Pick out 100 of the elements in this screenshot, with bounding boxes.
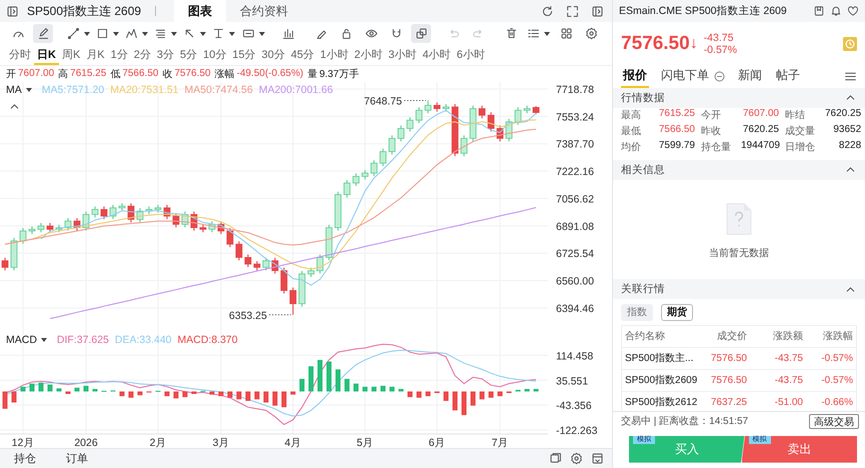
candlestick xyxy=(272,258,278,274)
tool-button[interactable] xyxy=(411,24,432,44)
candlestick xyxy=(172,212,180,228)
candlestick xyxy=(190,211,198,232)
candlestick xyxy=(28,226,36,235)
period-tab[interactable]: 45分 xyxy=(288,46,318,65)
table-cell[interactable]: SP500指数主... xyxy=(622,348,694,370)
bar xyxy=(182,392,188,398)
candlestick xyxy=(2,258,8,272)
bookmark-icon[interactable] xyxy=(813,4,825,17)
settings-icon[interactable] xyxy=(570,452,583,466)
candlestick xyxy=(74,218,80,232)
bottom-tab[interactable]: 订单 xyxy=(60,451,94,466)
period-tab[interactable]: 3小时 xyxy=(385,46,420,65)
stat-value: 7599.79 xyxy=(658,140,696,153)
period-tab[interactable]: 分时 xyxy=(6,46,34,65)
period-tab[interactable]: 15分 xyxy=(229,46,259,65)
chart-tab[interactable]: 合约资料 xyxy=(226,0,302,22)
candlestick xyxy=(208,221,216,234)
bar xyxy=(408,392,412,398)
period-tab[interactable]: 月K xyxy=(83,46,108,65)
table-cell: -51.00 xyxy=(750,392,806,412)
bar xyxy=(362,387,368,392)
table-cell: -0.57% xyxy=(806,370,856,392)
period-tab[interactable]: 周K xyxy=(58,46,84,65)
candlestick xyxy=(226,228,234,248)
bar xyxy=(120,392,124,396)
period-tab[interactable]: 10分 xyxy=(200,46,230,65)
heart-icon[interactable] xyxy=(847,4,859,17)
indicator-dropdown[interactable]: MACD xyxy=(6,334,47,346)
caret-icon xyxy=(171,32,178,36)
axis-label: 6月 xyxy=(428,437,446,448)
period-tab[interactable]: 2小时 xyxy=(351,46,386,65)
quote-tab[interactable]: 新闻 xyxy=(736,66,764,88)
sidebar-toggle-icon[interactable] xyxy=(591,4,604,18)
chart-tab[interactable]: 图表 xyxy=(174,0,226,22)
period-tab[interactable]: 1小时 xyxy=(317,46,352,65)
quote-tab[interactable]: 帖子 xyxy=(774,66,802,88)
section-header[interactable]: 关联行情 xyxy=(613,279,865,300)
table-cell: -43.75 xyxy=(750,370,806,392)
candlestick xyxy=(488,112,494,132)
candlestick xyxy=(200,224,206,234)
stat-label: 量 xyxy=(307,68,318,81)
bar xyxy=(470,392,476,406)
candlestick xyxy=(100,206,108,220)
period-tab[interactable]: 4小时 xyxy=(420,46,454,65)
bottom-tab[interactable]: 持仓 xyxy=(8,451,42,466)
axis-label: 3月 xyxy=(212,437,230,448)
stat-value: 93652 xyxy=(832,124,862,137)
stat-value: 7566.50 xyxy=(658,124,696,137)
bar xyxy=(534,389,538,392)
period-tab[interactable]: 30分 xyxy=(258,46,288,65)
section-header[interactable]: 行情数据 xyxy=(613,88,865,108)
period-tab[interactable]: 6小时 xyxy=(454,46,488,65)
refresh-icon[interactable] xyxy=(541,4,554,18)
panel-icon[interactable] xyxy=(591,452,604,466)
bar xyxy=(336,370,340,392)
bell-icon[interactable] xyxy=(830,4,842,17)
tool-button[interactable] xyxy=(33,24,53,44)
percent-change: -0.57% xyxy=(704,44,737,56)
bar xyxy=(38,382,44,392)
period-tab[interactable]: 日K xyxy=(34,46,59,65)
bar xyxy=(228,392,232,398)
indicator-dropdown[interactable]: MA xyxy=(6,84,32,96)
bar xyxy=(290,392,296,395)
bar xyxy=(462,392,466,416)
period-tab[interactable]: 3分 xyxy=(154,46,178,65)
filter-chip[interactable]: 期货 xyxy=(661,304,693,321)
axis-label: 6560.00 xyxy=(556,276,594,288)
stat-value: 7620.25 xyxy=(825,108,862,121)
minus-circle-icon[interactable] xyxy=(713,70,726,84)
windows-icon[interactable] xyxy=(549,452,562,466)
candlestick xyxy=(118,203,126,212)
arrow-icon xyxy=(183,27,196,40)
section-title: 行情数据 xyxy=(621,90,665,105)
section-header[interactable]: 相关信息 xyxy=(613,160,865,180)
bar xyxy=(416,392,422,398)
period-tab[interactable]: 1分 xyxy=(108,46,131,65)
candlestick xyxy=(334,191,342,232)
candlestick xyxy=(182,211,188,228)
filter-chip[interactable]: 指数 xyxy=(621,304,653,321)
candlestick xyxy=(244,254,252,268)
candlestick xyxy=(514,107,522,126)
candlestick xyxy=(398,125,404,142)
axis-label: 6394.46 xyxy=(556,303,594,316)
bar xyxy=(254,392,260,400)
stat-value: 7620.25 xyxy=(742,124,780,137)
period-tab[interactable]: 2分 xyxy=(130,46,154,65)
sidebar-toggle-icon[interactable] xyxy=(6,4,19,18)
axis-label: 7222.16 xyxy=(556,166,594,178)
legend-item: MACD:8.370 xyxy=(178,334,238,346)
advanced-trade-button[interactable]: 高级交易 xyxy=(809,414,859,429)
bar xyxy=(30,384,34,392)
quote-tab[interactable]: 闪电下单 xyxy=(659,66,711,88)
period-tab[interactable]: 5分 xyxy=(177,46,200,65)
column-header: 合约名称 xyxy=(622,326,694,348)
candlestick xyxy=(164,204,170,220)
bar xyxy=(84,386,88,392)
candlestick xyxy=(460,135,468,158)
fullscreen-icon[interactable] xyxy=(566,4,579,18)
